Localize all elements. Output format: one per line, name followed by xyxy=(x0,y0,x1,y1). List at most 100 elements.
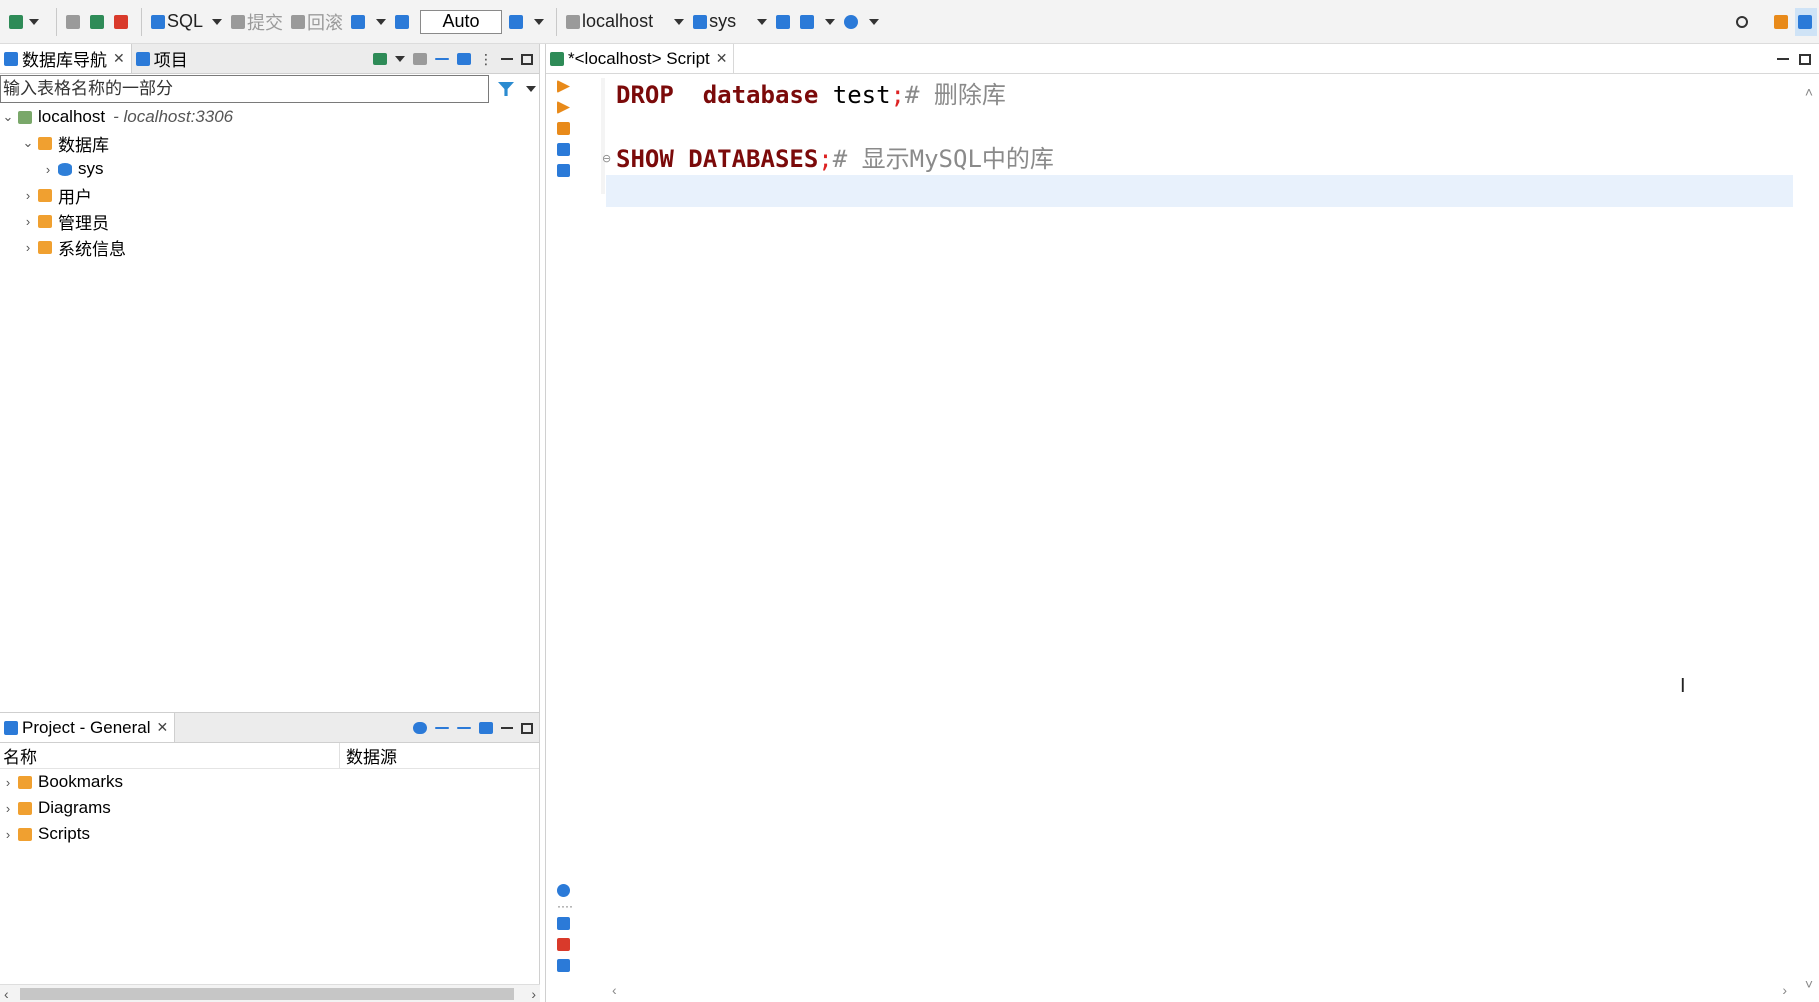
collapsed-arrow-icon[interactable]: › xyxy=(22,214,34,229)
export-icon[interactable] xyxy=(557,917,570,930)
code-line-1[interactable]: DROP database test;# 删除库 xyxy=(606,79,1793,111)
view-menu-icon[interactable]: ⋮ xyxy=(479,51,493,68)
expanded-arrow-icon[interactable]: ⌄ xyxy=(22,135,34,151)
tools-dropdown-icon[interactable] xyxy=(825,18,836,25)
execute-script-new-tab-icon[interactable] xyxy=(557,143,570,156)
tools-button[interactable] xyxy=(797,8,819,36)
db-perspective-button[interactable] xyxy=(1795,8,1817,36)
sql-dropdown-icon[interactable] xyxy=(212,18,223,25)
log-icon[interactable] xyxy=(557,959,570,972)
minimize-icon[interactable] xyxy=(501,727,513,729)
chevron-down-icon[interactable] xyxy=(29,18,39,25)
close-icon[interactable]: ✕ xyxy=(716,50,728,67)
new-connection-button[interactable] xyxy=(6,8,48,36)
scroll-up-icon[interactable]: ˄ xyxy=(1805,84,1813,100)
tree-node-localhost[interactable]: ⌄ localhost - localhost:3306 xyxy=(0,104,539,130)
code-line-4-current[interactable] xyxy=(606,175,1793,207)
scroll-right-icon[interactable]: › xyxy=(531,985,536,1002)
search-dropdown-icon[interactable] xyxy=(869,18,880,25)
close-icon[interactable]: ✕ xyxy=(157,719,169,736)
tree-node-sys[interactable]: › sys xyxy=(0,156,539,182)
more-icon[interactable]: ···· xyxy=(557,899,573,913)
horizontal-scrollbar[interactable]: ‹ › xyxy=(0,984,540,1002)
scroll-left-icon[interactable]: ‹ xyxy=(4,985,9,1002)
code-line-3[interactable]: SHOW DATABASES;# 显示MySQL中的库 xyxy=(606,143,1793,175)
collapsed-arrow-icon[interactable]: › xyxy=(2,827,14,842)
project-item-scripts[interactable]: › Scripts xyxy=(0,821,539,847)
output-icon[interactable] xyxy=(557,938,570,951)
maximize-icon[interactable] xyxy=(1799,53,1811,65)
execute-script-icon[interactable] xyxy=(557,122,570,135)
minimize-icon[interactable] xyxy=(501,58,513,60)
maximize-icon[interactable] xyxy=(521,722,533,734)
explain-plan-icon[interactable] xyxy=(557,164,570,177)
close-icon[interactable]: ✕ xyxy=(113,50,125,67)
editor-horizontal-scrollbar[interactable]: ‹ › xyxy=(606,982,1793,1000)
perspective-button[interactable] xyxy=(1771,8,1793,36)
project-item-bookmarks[interactable]: › Bookmarks xyxy=(0,769,539,795)
tree-node-databases[interactable]: ⌄ 数据库 xyxy=(0,130,539,156)
collapsed-arrow-icon[interactable]: › xyxy=(22,188,34,203)
collapsed-arrow-icon[interactable]: › xyxy=(42,162,54,177)
tab-projects[interactable]: 项目 xyxy=(132,44,194,73)
table-filter-input[interactable] xyxy=(0,75,489,103)
history-dropdown-icon[interactable] xyxy=(534,18,545,25)
tree-node-admins[interactable]: › 管理员 xyxy=(0,208,539,234)
expanded-arrow-icon[interactable]: ⌄ xyxy=(2,109,14,125)
active-connection-selector[interactable]: localhost xyxy=(563,8,656,36)
search-tool-button[interactable] xyxy=(841,8,863,36)
scroll-down-icon[interactable]: ˅ xyxy=(1805,976,1813,992)
tree-node-label: 管理员 xyxy=(58,213,109,233)
rollback-button[interactable]: 回滚 xyxy=(288,8,346,36)
column-header-source[interactable]: 数据源 xyxy=(340,743,397,768)
new-folder-icon[interactable] xyxy=(413,53,427,65)
connection-dropdown-icon[interactable] xyxy=(674,18,685,25)
commit-button[interactable]: 提交 xyxy=(228,8,286,36)
expand-icon[interactable] xyxy=(457,727,471,729)
gear-icon[interactable] xyxy=(413,722,427,734)
global-search-button[interactable] xyxy=(1733,8,1753,36)
column-header-name[interactable]: 名称 xyxy=(0,743,340,768)
filter-icon[interactable] xyxy=(498,82,514,96)
disconnect-button[interactable] xyxy=(111,8,133,36)
dashboard-button[interactable] xyxy=(773,8,795,36)
gear-icon[interactable] xyxy=(557,884,570,897)
code-line-2[interactable] xyxy=(606,111,1793,143)
lock-button[interactable] xyxy=(392,8,414,36)
reconnect-button[interactable] xyxy=(87,8,109,36)
collapsed-arrow-icon[interactable]: › xyxy=(22,240,34,255)
tab-database-navigator[interactable]: 数据库导航 ✕ xyxy=(0,44,132,73)
code-area[interactable]: DROP database test;# 删除库 SHOW DATABASES;… xyxy=(606,79,1793,207)
tab-project-general[interactable]: Project - General ✕ xyxy=(0,713,176,742)
active-schema-selector[interactable]: sys xyxy=(690,8,739,36)
scroll-left-icon[interactable]: ‹ xyxy=(612,982,617,998)
collapsed-arrow-icon[interactable]: › xyxy=(2,801,14,816)
editor-vertical-scrollbar[interactable]: ˄ ˅ xyxy=(1797,78,1819,998)
info-folder-icon xyxy=(38,240,52,254)
transaction-dropdown-icon[interactable] xyxy=(376,18,387,25)
connect-button[interactable] xyxy=(63,8,85,36)
filter-dropdown-icon[interactable] xyxy=(526,86,536,92)
tree-node-system-info[interactable]: › 系统信息 xyxy=(0,234,539,260)
maximize-icon[interactable] xyxy=(521,53,533,65)
history-button[interactable] xyxy=(506,8,528,36)
minimize-icon[interactable] xyxy=(1777,58,1789,60)
scroll-right-icon[interactable]: › xyxy=(1782,982,1787,998)
new-connection-icon[interactable] xyxy=(373,53,387,65)
collapse-all-icon[interactable] xyxy=(435,58,449,60)
tab-sql-script[interactable]: *<localhost> Script ✕ xyxy=(546,44,735,73)
auto-commit-field[interactable]: Auto xyxy=(420,9,503,34)
sql-editor-button[interactable]: SQL xyxy=(148,8,206,36)
scrollbar-thumb[interactable] xyxy=(20,988,514,1000)
transaction-mode-button[interactable] xyxy=(348,8,370,36)
execute-new-tab-icon[interactable] xyxy=(557,101,570,114)
link-editor-icon[interactable] xyxy=(479,722,493,734)
collapse-all-icon[interactable] xyxy=(435,727,449,729)
schema-dropdown-icon[interactable] xyxy=(757,18,768,25)
link-editor-icon[interactable] xyxy=(457,53,471,65)
collapsed-arrow-icon[interactable]: › xyxy=(2,775,14,790)
execute-statement-icon[interactable] xyxy=(557,80,570,93)
project-item-diagrams[interactable]: › Diagrams xyxy=(0,795,539,821)
tree-node-users[interactable]: › 用户 xyxy=(0,182,539,208)
chevron-down-icon[interactable] xyxy=(395,56,405,62)
